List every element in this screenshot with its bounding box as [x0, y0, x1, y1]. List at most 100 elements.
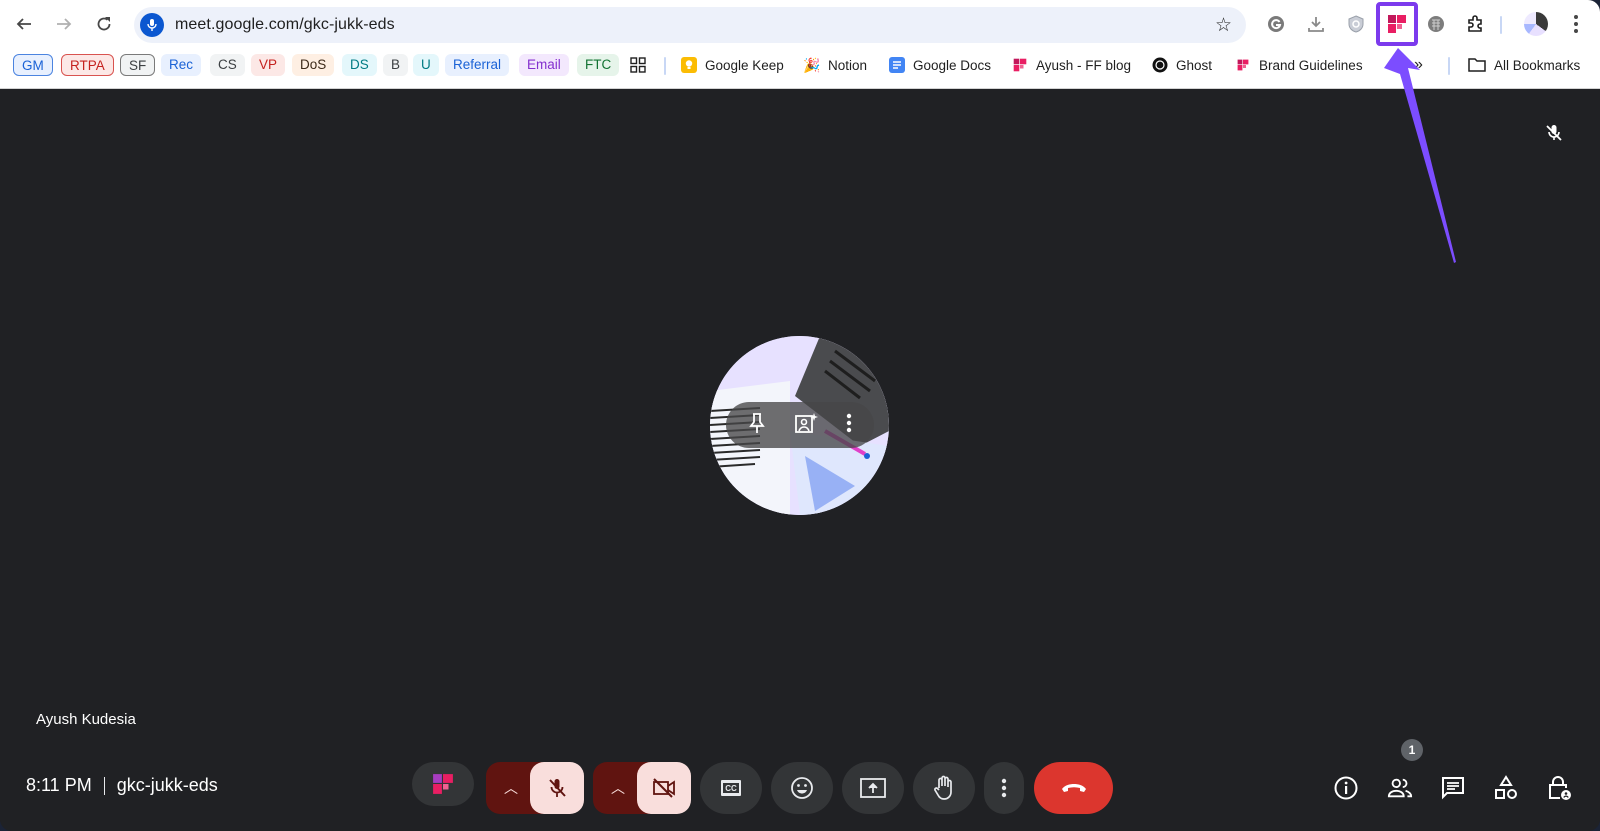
svg-text:CC: CC — [725, 784, 737, 793]
leave-call-button[interactable] — [1034, 762, 1113, 814]
participant-count-badge: 1 — [1401, 739, 1423, 761]
ghost-icon — [1152, 57, 1168, 73]
tile-more-options-button[interactable] — [846, 413, 852, 438]
profile-avatar[interactable] — [1524, 12, 1548, 36]
download-icon[interactable] — [1304, 12, 1328, 36]
all-bookmarks-button[interactable]: All Bookmarks — [1468, 55, 1580, 75]
camera-control: ︿ — [593, 762, 691, 814]
bookmark-label: Notion — [828, 57, 868, 73]
visual-effects-icon — [795, 412, 818, 433]
party-popper-icon: 🎉 — [803, 56, 821, 73]
address-bar[interactable]: meet.google.com/gkc-jukk-eds ☆ — [134, 7, 1246, 43]
voice-search-button[interactable] — [140, 13, 164, 37]
extensions-icon[interactable] — [1464, 12, 1488, 36]
bookmark-notion[interactable]: 🎉 Notion — [803, 55, 868, 75]
reload-button[interactable] — [88, 8, 120, 40]
more-vert-icon — [1001, 778, 1007, 798]
browser-menu-button[interactable] — [1569, 12, 1583, 36]
present-to-all-icon — [860, 778, 886, 798]
bookmark-chip-cs[interactable]: CS — [210, 54, 245, 76]
shapes-icon — [1495, 775, 1517, 799]
bookmark-chip-dos[interactable]: DoS — [292, 54, 335, 76]
bookmark-ghost[interactable]: Ghost — [1152, 55, 1212, 75]
pin-icon — [749, 412, 765, 433]
bookmark-chip-sf[interactable]: SF — [120, 54, 156, 76]
captions-button[interactable]: CC — [700, 762, 762, 814]
bookmarks-overflow-button[interactable]: » — [1414, 55, 1423, 75]
bookmark-ff-blog[interactable]: Ayush - FF blog — [1012, 55, 1131, 75]
bookmark-chip-rtpa[interactable]: RTPA — [61, 54, 114, 76]
emoji-icon — [791, 777, 813, 799]
all-bookmarks-label: All Bookmarks — [1494, 57, 1581, 73]
grammarly-icon[interactable] — [1264, 12, 1288, 36]
apps-button[interactable] — [630, 55, 646, 75]
pin-button[interactable] — [748, 412, 766, 439]
more-vert-icon — [846, 413, 852, 432]
activities-button[interactable] — [1493, 775, 1519, 801]
chevron-double-right-icon: » — [1414, 56, 1423, 73]
call-end-icon — [1061, 784, 1086, 792]
bookmark-chip-rec[interactable]: Rec — [161, 54, 202, 76]
bookmark-chip-u[interactable]: U — [413, 54, 439, 76]
meeting-info: 8:11 PM gkc-jukk-eds — [26, 775, 218, 796]
people-button[interactable] — [1387, 775, 1413, 801]
chat-icon — [1442, 777, 1464, 800]
fireflies-button[interactable] — [412, 762, 474, 806]
bookmark-google-docs[interactable]: Google Docs — [889, 55, 991, 75]
host-controls-button[interactable] — [1546, 775, 1572, 801]
microphone-control: ︿ — [486, 762, 584, 814]
present-screen-button[interactable] — [842, 762, 904, 814]
bookmark-label: Ghost — [1176, 57, 1213, 73]
reactions-button[interactable] — [771, 762, 833, 814]
bookmark-brand-guidelines[interactable]: Brand Guidelines — [1235, 55, 1363, 75]
info-icon — [1334, 776, 1358, 800]
back-button[interactable] — [8, 8, 40, 40]
chevron-up-icon: ︿ — [611, 780, 625, 796]
raise-hand-button[interactable] — [913, 762, 975, 814]
more-options-button[interactable] — [984, 762, 1024, 814]
bookmark-chip-gm[interactable]: GM — [13, 54, 53, 76]
google-docs-icon — [889, 57, 905, 73]
meet-stage: Ayush Kudesia 8:11 PM gkc-jukk-eds ︿ ︿ C… — [0, 89, 1600, 831]
url-text[interactable]: meet.google.com/gkc-jukk-eds — [175, 16, 395, 34]
mic-toggle-button[interactable] — [530, 762, 584, 814]
bookmark-label: Brand Guidelines — [1259, 57, 1363, 73]
forward-icon — [57, 18, 72, 30]
bookmark-label: Google Keep — [705, 57, 784, 73]
folder-icon — [1468, 58, 1486, 72]
bookmark-chip-referral[interactable]: Referral — [445, 54, 510, 76]
fireflies-extension-button[interactable] — [1376, 2, 1418, 46]
fireflies-icon — [433, 774, 453, 794]
meeting-details-button[interactable] — [1333, 775, 1359, 801]
bookmark-chip-email[interactable]: Email — [519, 54, 569, 76]
bookmark-label: Ayush - FF blog — [1036, 57, 1132, 73]
bookmark-google-keep[interactable]: Google Keep — [681, 55, 784, 75]
meeting-code[interactable]: gkc-jukk-eds — [117, 775, 218, 796]
browser-toolbar: meet.google.com/gkc-jukk-eds ☆ — [0, 0, 1600, 49]
bookmark-star-icon[interactable]: ☆ — [1215, 14, 1232, 37]
reload-icon — [97, 17, 111, 31]
browser-window: meet.google.com/gkc-jukk-eds ☆ GM RTPA SF R… — [0, 0, 1600, 831]
back-icon — [16, 18, 31, 30]
shield-extension-icon[interactable] — [1344, 12, 1368, 36]
apps-grid-icon — [630, 57, 646, 73]
visual-effects-button[interactable] — [794, 412, 818, 439]
bookmarks-divider — [1448, 57, 1450, 75]
bookmark-chip-b[interactable]: B — [383, 54, 409, 76]
bookmark-chip-ds[interactable]: DS — [342, 54, 377, 76]
camera-toggle-button[interactable] — [637, 762, 691, 814]
bookmark-chip-ftc[interactable]: FTC — [577, 54, 620, 76]
participant-name: Ayush Kudesia — [36, 711, 136, 728]
lock-person-icon — [1549, 776, 1571, 800]
google-keep-icon — [681, 57, 697, 73]
bookmarks-bar: GM RTPA SF Rec CS VP DoS DS B U Referral Email FTC G… — [0, 49, 1600, 89]
meeting-time: 8:11 PM — [26, 775, 92, 795]
elephant-extension-icon[interactable] — [1424, 12, 1448, 36]
bookmark-chip-vp[interactable]: VP — [251, 54, 286, 76]
fireflies-icon — [1012, 57, 1028, 73]
bookmarks-divider — [664, 57, 666, 75]
hand-icon — [934, 775, 952, 800]
chevron-up-icon: ︿ — [504, 780, 518, 796]
forward-button[interactable] — [48, 8, 80, 40]
chat-button[interactable] — [1440, 775, 1466, 801]
